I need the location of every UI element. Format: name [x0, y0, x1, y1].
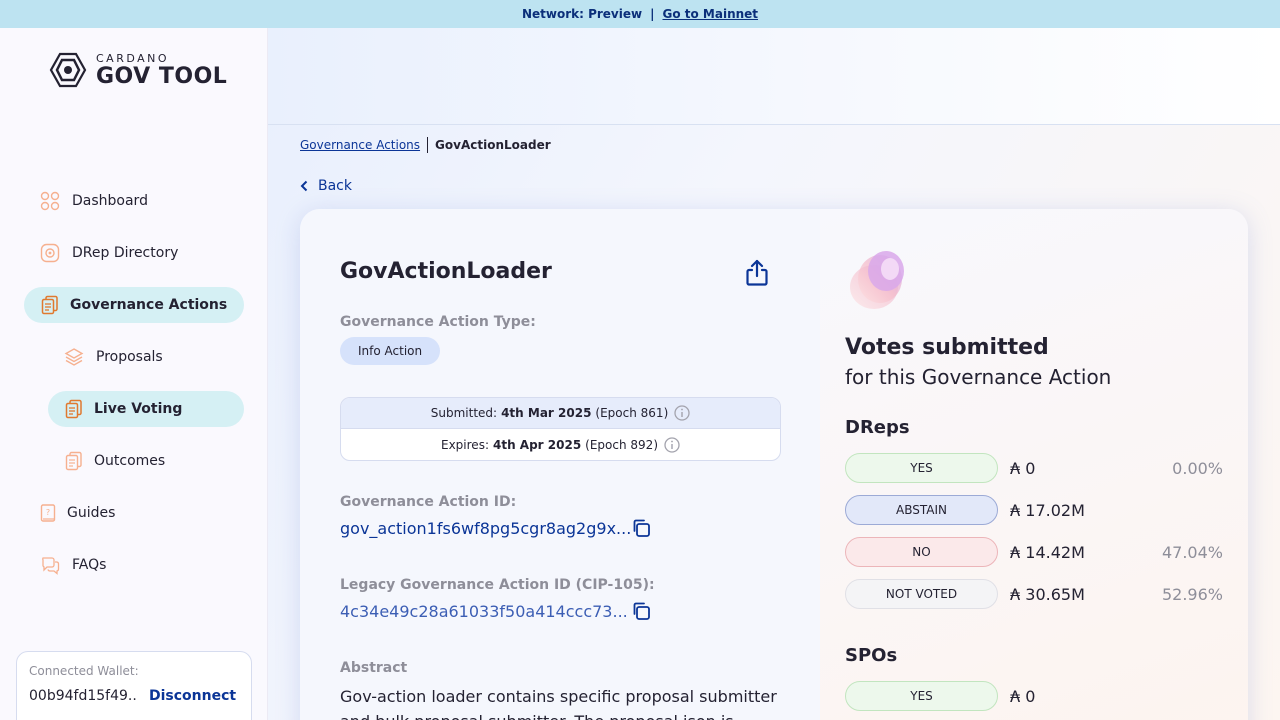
go-to-mainnet-link[interactable]: Go to Mainnet: [662, 7, 758, 21]
legacy-id-value[interactable]: 4c34e49c28a61033f50a414ccc73...: [340, 602, 628, 621]
proposals-icon: [64, 348, 84, 366]
vote-badge-not-voted: NOT VOTED: [845, 579, 998, 609]
abstract-label: Abstract: [340, 660, 408, 676]
logo-govtool-text: GOV TOOL: [96, 63, 228, 89]
dashboard-icon: [40, 191, 60, 211]
drep-vote-row: NO ₳ 14.42M 47.04%: [845, 537, 1223, 567]
dates-box: Submitted: 4th Mar 2025 (Epoch 861) Expi…: [340, 397, 781, 461]
sidebar-item-label: Guides: [67, 505, 116, 521]
sidebar-item-label: DRep Directory: [72, 245, 179, 261]
chevron-left-icon: [300, 180, 308, 192]
guides-icon: ?: [40, 504, 56, 522]
breadcrumb-divider: [427, 137, 429, 153]
breadcrumb: Governance Actions GovActionLoader: [300, 137, 551, 153]
network-banner: Network: Preview | Go to Mainnet: [0, 0, 1280, 28]
wallet-address: 00b94fd15f49...: [29, 688, 137, 704]
vote-badge-abstain: ABSTAIN: [845, 495, 998, 525]
votes-subtitle: for this Governance Action: [845, 365, 1112, 389]
faqs-icon: [42, 557, 60, 575]
drep-directory-icon: [40, 243, 60, 263]
vote-amount: ₳ 30.65M: [1010, 584, 1085, 604]
sidebar: CARDANO GOV TOOL Dashboard DRep Director…: [0, 28, 268, 720]
submitted-prefix: Submitted:: [430, 406, 498, 420]
spos-heading: SPOs: [845, 645, 898, 666]
logo-cardano-text: CARDANO: [96, 51, 170, 65]
sidebar-item-governance-actions[interactable]: Governance Actions: [24, 287, 244, 323]
spo-vote-row: YES ₳ 0: [845, 681, 1223, 711]
governance-actions-icon: [41, 295, 58, 315]
vote-badge-no: NO: [845, 537, 998, 567]
sidebar-item-label: Outcomes: [94, 453, 166, 469]
sidebar-item-label: Governance Actions: [70, 297, 228, 313]
expires-prefix: Expires:: [441, 437, 489, 452]
copy-icon[interactable]: [631, 518, 651, 538]
wallet-label: Connected Wallet:: [29, 664, 139, 678]
live-voting-icon: [65, 399, 82, 419]
main-content: Governance Actions GovActionLoader Back …: [268, 28, 1280, 720]
info-icon[interactable]: [674, 405, 690, 421]
banner-separator: |: [650, 7, 655, 21]
expires-row: Expires: 4th Apr 2025 (Epoch 892): [341, 429, 780, 460]
back-button[interactable]: Back: [300, 178, 352, 194]
vote-badge-yes: YES: [845, 681, 998, 711]
sidebar-item-label: Live Voting: [94, 401, 183, 417]
vote-percent: 47.04%: [1161, 542, 1223, 562]
action-id-value[interactable]: gov_action1fs6wf8pg5cgr8ag2g9x...: [340, 519, 631, 538]
sidebar-item-drep-directory[interactable]: DRep Directory: [40, 235, 178, 271]
back-label: Back: [318, 178, 352, 194]
sidebar-item-dashboard[interactable]: Dashboard: [40, 183, 148, 219]
legacy-id-label: Legacy Governance Action ID (CIP-105):: [340, 577, 655, 593]
vote-amount: ₳ 14.42M: [1010, 542, 1085, 562]
action-details-panel: GovActionLoader Governance Action Type: …: [300, 209, 820, 720]
vote-percent: 52.96%: [1161, 584, 1223, 604]
drep-vote-row: NOT VOTED ₳ 30.65M 52.96%: [845, 579, 1223, 609]
submitted-epoch: (Epoch 861): [595, 406, 669, 420]
action-id-label: Governance Action ID:: [340, 494, 517, 510]
app-logo[interactable]: CARDANO GOV TOOL: [48, 50, 227, 90]
svg-text:?: ?: [46, 508, 50, 517]
sidebar-item-label: Proposals: [96, 349, 163, 365]
votes-panel: Votes submitted for this Governance Acti…: [820, 209, 1248, 720]
vote-badge-yes: YES: [845, 453, 998, 483]
breadcrumb-current: GovActionLoader: [435, 138, 551, 152]
breadcrumb-governance-actions-link[interactable]: Governance Actions: [300, 138, 420, 152]
dreps-heading: DReps: [845, 417, 910, 438]
vote-amount: ₳ 17.02M: [1010, 500, 1085, 520]
expires-epoch: (Epoch 892): [585, 437, 658, 452]
sidebar-item-guides[interactable]: ? Guides: [40, 495, 115, 531]
info-icon[interactable]: [664, 436, 680, 453]
outcomes-icon: [65, 451, 82, 471]
drep-vote-row: ABSTAIN ₳ 17.02M: [845, 495, 1223, 525]
expires-date: 4th Apr 2025: [492, 437, 582, 452]
abstract-text: Gov-action loader contains specific prop…: [340, 687, 777, 720]
share-icon[interactable]: [744, 259, 770, 287]
cardano-logo-icon: [49, 52, 87, 88]
sidebar-item-proposals[interactable]: Proposals: [64, 339, 163, 375]
votes-illustration-icon: [850, 251, 904, 309]
network-label: Network: Preview: [521, 7, 643, 21]
vote-amount: ₳ 0: [1010, 686, 1036, 706]
sidebar-item-live-voting[interactable]: Live Voting: [48, 391, 244, 427]
action-type-badge: Info Action: [340, 337, 441, 365]
page-header: [268, 28, 1280, 125]
submitted-row: Submitted: 4th Mar 2025 (Epoch 861): [341, 398, 780, 429]
sidebar-item-label: Dashboard: [72, 193, 148, 209]
vote-amount: ₳ 0: [1010, 458, 1036, 478]
copy-icon[interactable]: [631, 601, 651, 621]
sidebar-item-label: FAQs: [72, 557, 107, 573]
governance-action-card: GovActionLoader Governance Action Type: …: [300, 209, 1248, 720]
action-type-label: Governance Action Type:: [340, 314, 536, 330]
connected-wallet-panel: Connected Wallet: 00b94fd15f49... Discon…: [16, 651, 252, 720]
drep-vote-row: YES ₳ 0 0.00%: [845, 453, 1223, 483]
sidebar-item-outcomes[interactable]: Outcomes: [64, 443, 165, 479]
vote-percent: 0.00%: [1172, 458, 1223, 478]
page-title: GovActionLoader: [340, 259, 552, 284]
submitted-date: 4th Mar 2025: [501, 406, 592, 420]
votes-title: Votes submitted: [845, 335, 1049, 360]
disconnect-button[interactable]: Disconnect: [149, 688, 236, 704]
sidebar-item-faqs[interactable]: FAQs: [40, 547, 106, 583]
